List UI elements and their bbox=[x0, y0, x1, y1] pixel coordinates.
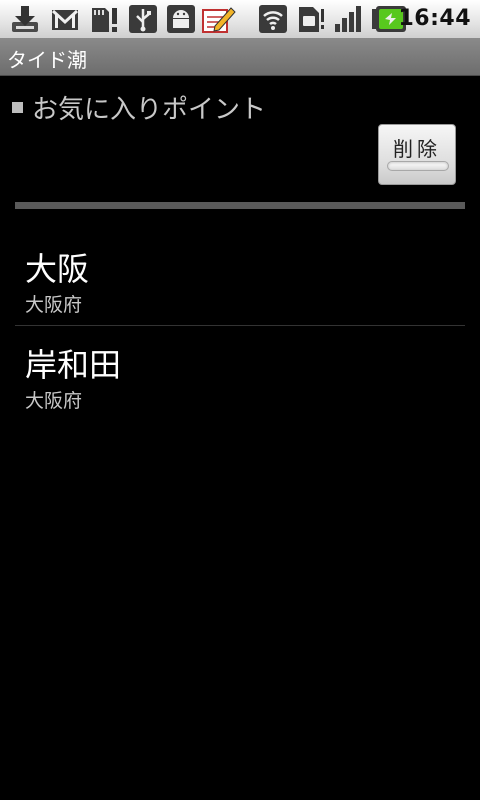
section-divider bbox=[15, 202, 465, 209]
sd-card-alert-icon bbox=[92, 8, 117, 32]
point-name: 大阪 bbox=[25, 250, 90, 288]
app-title: タイド潮 bbox=[7, 48, 87, 72]
toggle-indicator bbox=[387, 161, 449, 171]
bullet-icon bbox=[12, 101, 23, 113]
usb-icon bbox=[129, 5, 157, 33]
section-title: お気に入りポイント bbox=[32, 94, 267, 125]
wifi-icon bbox=[259, 5, 287, 33]
favorite-points-list: 大阪 大阪府 岸和田 大阪府 bbox=[0, 230, 480, 422]
notepad-edit-icon bbox=[202, 7, 236, 33]
app-titlebar: タイド潮 bbox=[0, 38, 480, 76]
download-icon bbox=[12, 6, 38, 32]
android-debug-icon bbox=[167, 5, 195, 33]
delete-button[interactable]: 削除 bbox=[378, 124, 456, 185]
list-item[interactable]: 岸和田 大阪府 bbox=[15, 326, 465, 422]
point-prefecture: 大阪府 bbox=[25, 390, 83, 412]
sim-icon bbox=[299, 7, 324, 32]
section-header: お気に入りポイント bbox=[12, 90, 267, 125]
list-item[interactable]: 大阪 大阪府 bbox=[15, 230, 465, 326]
point-prefecture: 大阪府 bbox=[25, 294, 83, 316]
signal-icon bbox=[335, 6, 361, 32]
clock: 16:44 bbox=[398, 6, 471, 31]
delete-button-label: 削除 bbox=[393, 137, 441, 161]
status-bar: 16:44 bbox=[0, 0, 480, 38]
point-name: 岸和田 bbox=[25, 346, 122, 384]
gmail-icon bbox=[51, 9, 79, 30]
